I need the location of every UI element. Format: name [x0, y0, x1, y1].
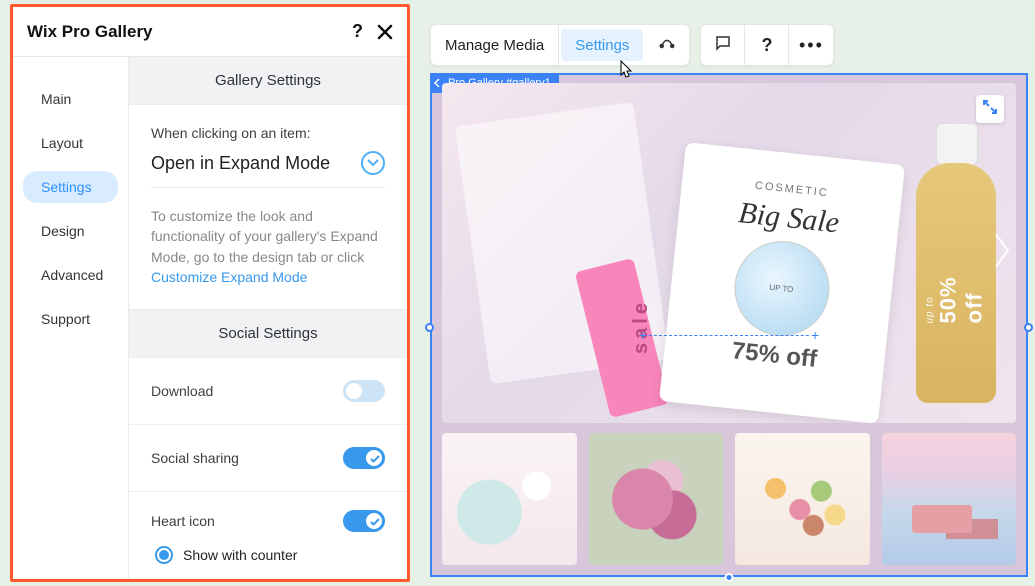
expand-icon	[983, 100, 997, 119]
more-button[interactable]: •••	[789, 25, 833, 65]
toolbar-main-group: Manage Media Settings	[430, 24, 690, 66]
heart-option-radio[interactable]	[155, 546, 173, 564]
bottle-text: up to 50% off	[925, 243, 988, 323]
check-icon	[370, 514, 380, 532]
sidebar-item-settings[interactable]: Settings	[23, 171, 118, 203]
thumbnail-3[interactable]	[735, 433, 870, 565]
panel-sidebar: Main Layout Settings Design Advanced Sup…	[13, 57, 129, 579]
animations-button[interactable]	[645, 25, 689, 65]
sidebar-item-main[interactable]: Main	[23, 83, 118, 115]
resize-handle-right[interactable]	[1024, 323, 1033, 332]
social-sharing-row: Social sharing	[129, 425, 407, 492]
heart-option-row[interactable]: Show with counter	[151, 546, 385, 564]
sidebar-item-advanced[interactable]: Advanced	[23, 259, 118, 291]
gallery-thumbnails	[442, 433, 1016, 565]
chat-icon	[714, 34, 732, 56]
animation-icon	[658, 34, 676, 56]
resize-guide: + +	[637, 327, 821, 343]
promo-cosmetic-label: COSMETIC	[754, 180, 829, 200]
thumbnail-4[interactable]	[882, 433, 1017, 565]
heart-icon-toggle[interactable]	[343, 510, 385, 532]
element-toolbar: Manage Media Settings ? •••	[430, 24, 834, 66]
expand-button[interactable]	[976, 95, 1004, 123]
more-icon: •••	[799, 35, 824, 56]
download-label: Download	[151, 383, 213, 399]
expand-info-text: To customize the look and functionality …	[151, 208, 378, 265]
gallery-element[interactable]: Pro Gallery #gallery1 sale COSMETIC Big …	[430, 73, 1028, 577]
slide-bottle: up to 50% off	[916, 163, 996, 403]
gallery-next-arrow[interactable]	[992, 233, 1012, 274]
download-row: Download	[129, 358, 407, 425]
social-sharing-label: Social sharing	[151, 450, 239, 466]
gallery-settings-header: Gallery Settings	[129, 57, 407, 105]
toolbar-secondary-group: ? •••	[700, 24, 834, 66]
close-icon	[377, 24, 393, 40]
thumbnail-1[interactable]	[442, 433, 577, 565]
sidebar-item-support[interactable]: Support	[23, 303, 118, 335]
heart-option-label: Show with counter	[183, 547, 297, 563]
manage-media-button[interactable]: Manage Media	[431, 25, 559, 65]
comment-button[interactable]	[701, 25, 745, 65]
guide-dash	[649, 335, 809, 336]
guide-plus-left: +	[639, 327, 647, 343]
download-toggle[interactable]	[343, 380, 385, 402]
panel-help-button[interactable]: ?	[352, 21, 363, 42]
click-action-dropdown[interactable]: Open in Expand Mode	[151, 151, 385, 188]
settings-button[interactable]: Settings	[561, 29, 643, 61]
panel-content: Gallery Settings When clicking on an ite…	[129, 57, 407, 579]
thumbnail-2[interactable]	[589, 433, 724, 565]
social-settings-header: Social Settings	[129, 310, 407, 358]
gallery-main-slide[interactable]: sale COSMETIC Big Sale UP TO 75% off up …	[442, 83, 1016, 423]
heart-icon-label: Heart icon	[151, 513, 215, 529]
sidebar-item-layout[interactable]: Layout	[23, 127, 118, 159]
resize-handle-left[interactable]	[425, 323, 434, 332]
resize-handle-bottom[interactable]	[725, 573, 734, 582]
settings-panel: Wix Pro Gallery ? Main Layout Settings D…	[10, 4, 410, 582]
panel-title: Wix Pro Gallery	[27, 22, 352, 42]
slide-bottle-cap	[936, 123, 978, 167]
help-button[interactable]: ?	[745, 25, 789, 65]
guide-plus-right: +	[811, 327, 819, 343]
panel-close-button[interactable]	[377, 24, 393, 40]
expand-mode-info: To customize the look and functionality …	[129, 206, 407, 310]
chevron-down-icon	[361, 151, 385, 175]
click-action-value: Open in Expand Mode	[151, 153, 330, 174]
click-action-label: When clicking on an item:	[129, 105, 407, 151]
sidebar-item-design[interactable]: Design	[23, 215, 118, 247]
help-icon: ?	[761, 35, 772, 56]
promo-big-sale-label: Big Sale	[737, 196, 841, 240]
social-sharing-toggle[interactable]	[343, 447, 385, 469]
customize-expand-link[interactable]: Customize Expand Mode	[151, 269, 307, 285]
panel-header: Wix Pro Gallery ?	[13, 7, 407, 57]
promo-disc-image: UP TO	[729, 236, 833, 340]
promo-disc-upto: UP TO	[769, 283, 794, 294]
heart-icon-section: Heart icon Show with counter	[129, 492, 407, 572]
slide-promo-card: COSMETIC Big Sale UP TO 75% off	[659, 142, 905, 423]
check-icon	[370, 451, 380, 469]
